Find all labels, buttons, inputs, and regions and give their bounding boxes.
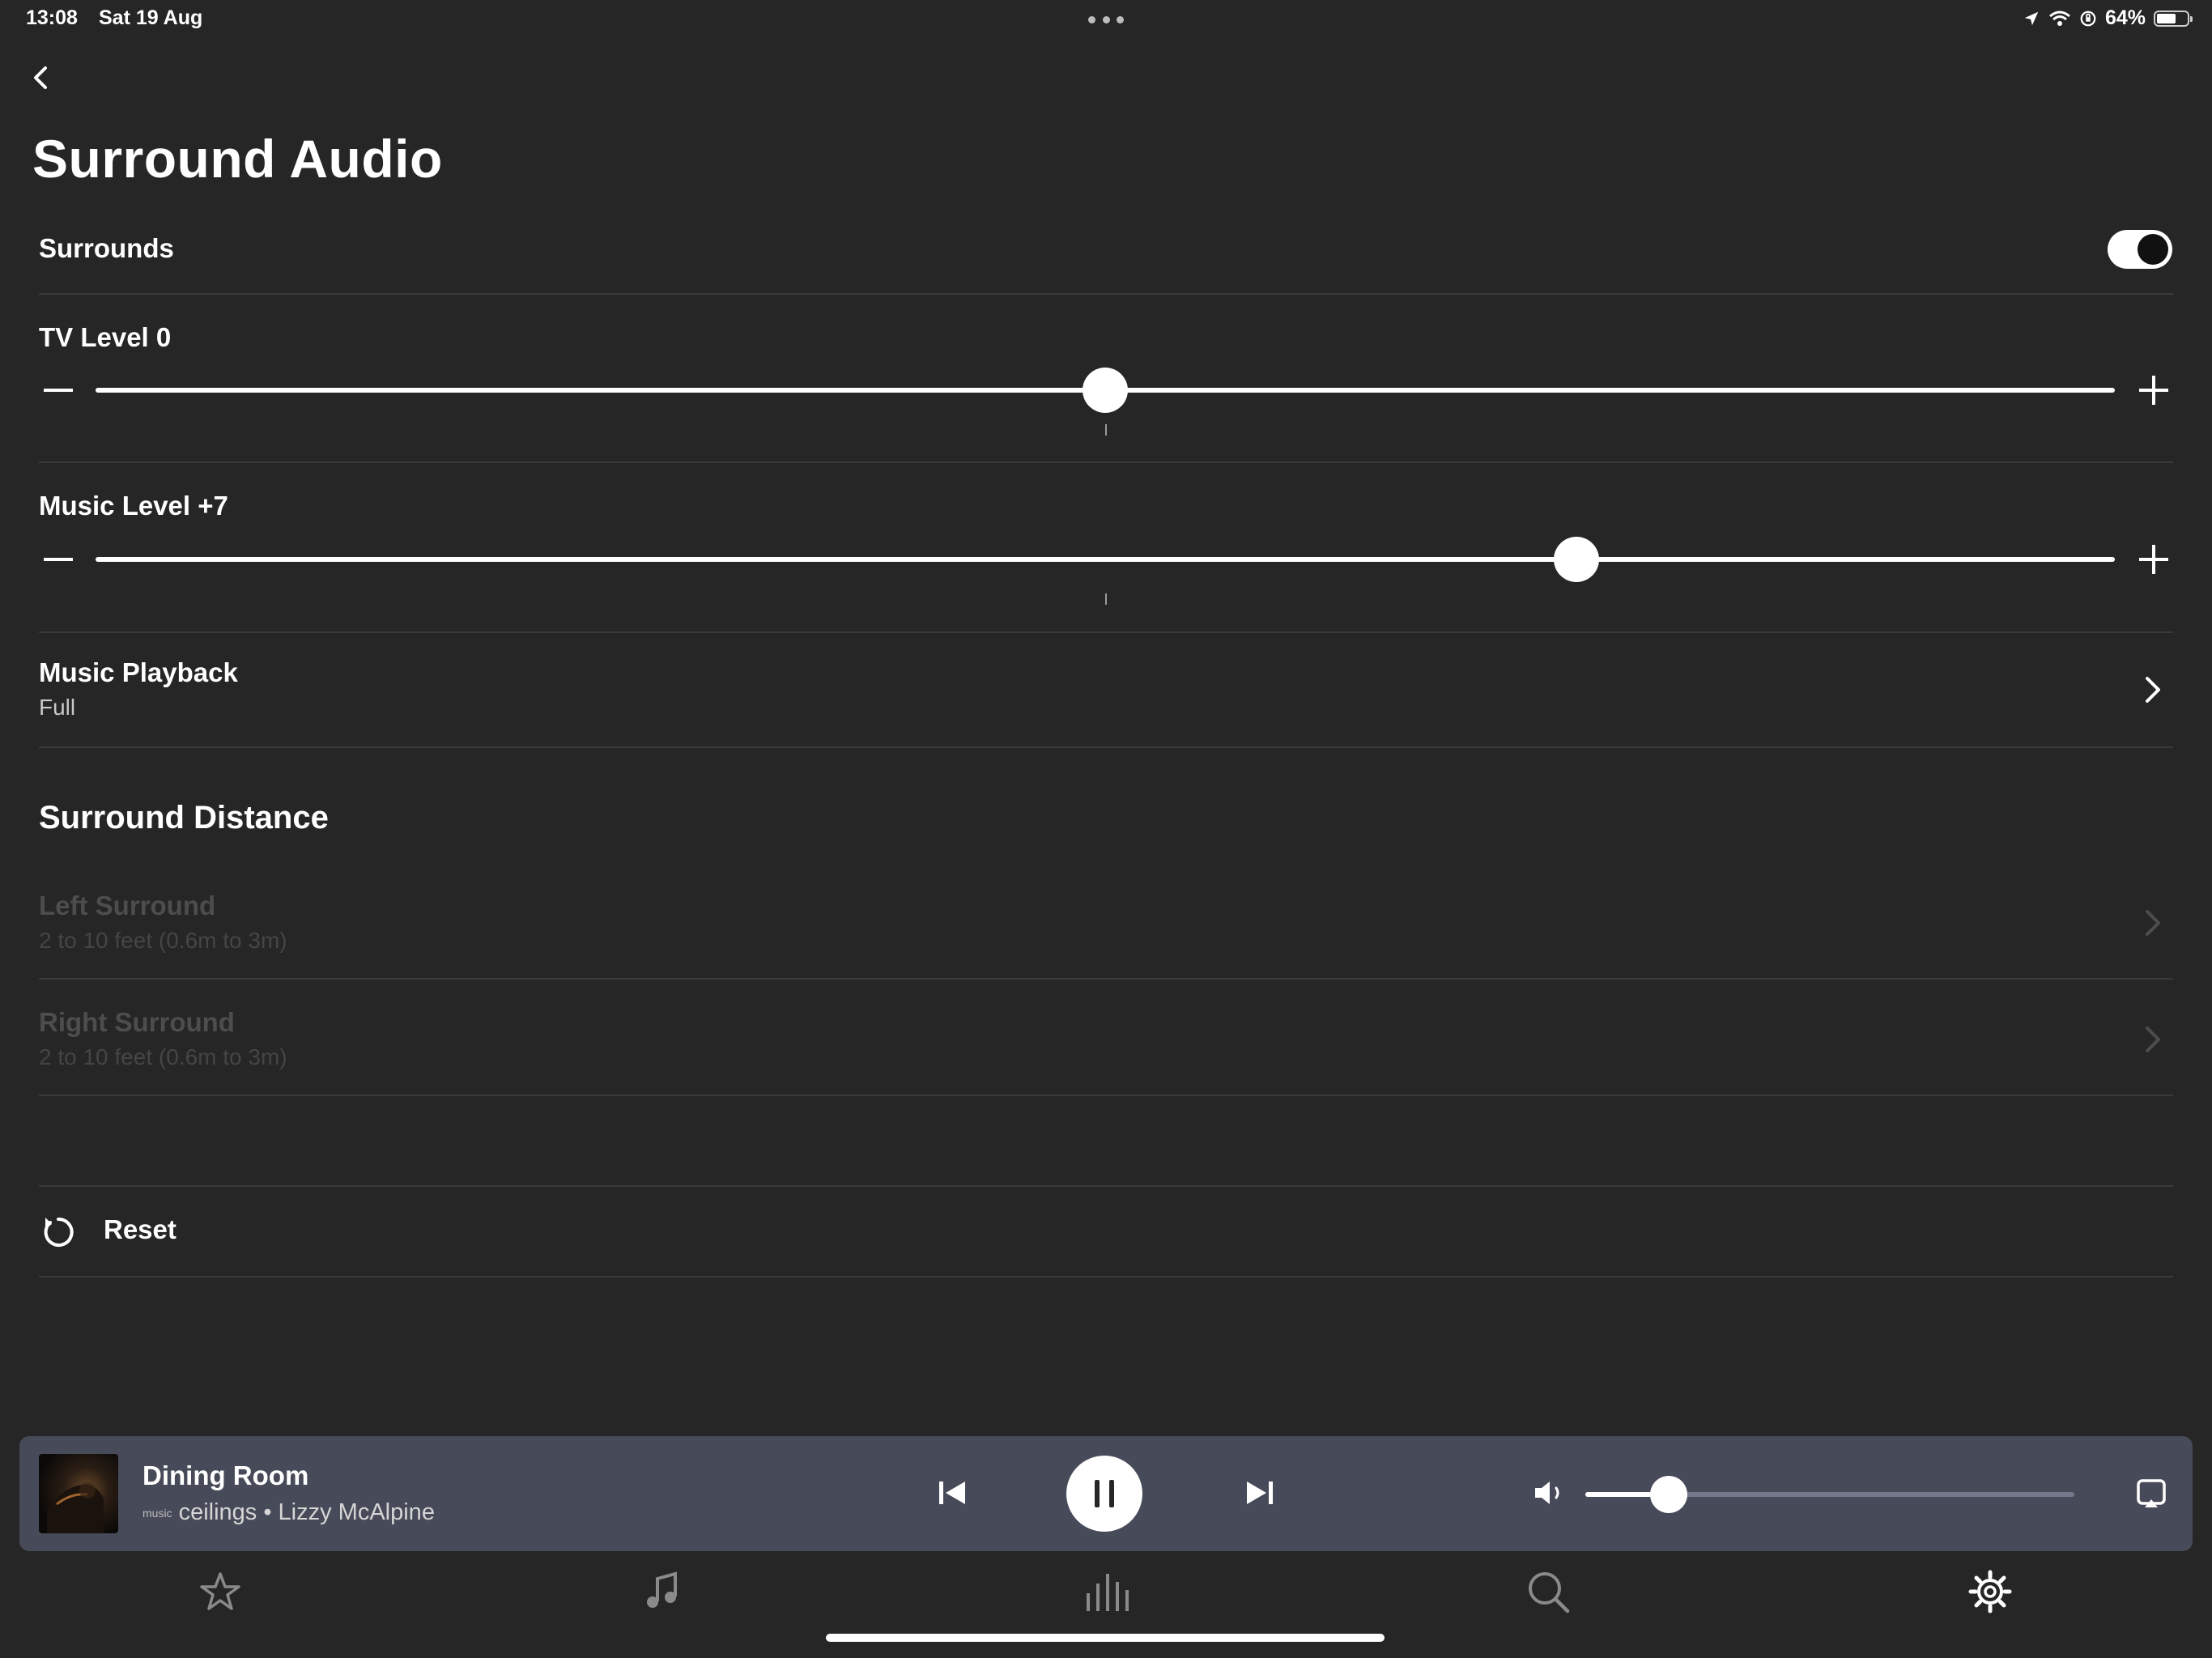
tab-rooms[interactable] (1082, 1567, 1130, 1616)
divider (39, 746, 2173, 748)
left-surround-value: 2 to 10 feet (0.6m to 3m) (39, 928, 287, 953)
surrounds-toggle[interactable] (2108, 230, 2172, 269)
volume-icon[interactable] (1532, 1477, 1568, 1509)
tab-favorites[interactable] (196, 1567, 245, 1616)
previous-track-button[interactable] (936, 1477, 968, 1509)
music-level-center-tick (1105, 593, 1107, 605)
right-surround-label: Right Surround (39, 1007, 235, 1037)
music-note-icon (647, 1571, 677, 1608)
bars-icon (1087, 1574, 1129, 1611)
chevron-right-icon (2146, 677, 2160, 703)
reset-icon (44, 1217, 74, 1247)
status-date: Sat 19 Aug (99, 6, 203, 29)
multitasking-dots-icon[interactable] (1088, 16, 1124, 23)
tv-level-center-tick (1105, 424, 1107, 436)
chevron-right-icon (2146, 910, 2160, 936)
right-surround-row: Right Surround 2 to 10 feet (0.6m to 3m) (39, 980, 2173, 1095)
wifi-icon (2048, 11, 2070, 26)
music-playback-row[interactable]: Music Playback Full (39, 631, 2173, 746)
volume-slider-knob[interactable] (1649, 1476, 1687, 1513)
battery-icon (2154, 10, 2193, 27)
chevron-right-icon (2146, 1027, 2160, 1052)
status-time: 13:08 (26, 6, 78, 29)
music-playback-value: Full (39, 695, 76, 720)
music-playback-label: Music Playback (39, 657, 238, 687)
music-level-slider-track[interactable] (96, 557, 2115, 562)
tv-level-decrease-button[interactable] (44, 389, 73, 392)
gear-icon (1968, 1570, 2012, 1613)
status-right: 64% (2023, 6, 2193, 30)
page-title: Surround Audio (32, 129, 443, 189)
reset-button[interactable]: Reset (39, 1187, 2173, 1276)
now-playing-track-info: music ceilings • Lizzy McAlpine (143, 1499, 435, 1526)
now-playing-track: ceilings • Lizzy McAlpine (178, 1499, 435, 1525)
next-track-button[interactable] (1244, 1477, 1276, 1509)
search-icon (1529, 1572, 1570, 1613)
pause-button[interactable] (1066, 1456, 1142, 1532)
music-level-increase-button[interactable] (2139, 545, 2168, 574)
chevron-left-icon (34, 66, 47, 89)
home-indicator[interactable] (826, 1634, 1385, 1642)
amazon-music-logo-icon: music (143, 1506, 172, 1520)
reset-label: Reset (104, 1214, 177, 1244)
battery-percent: 64% (2104, 6, 2146, 29)
album-art[interactable] (39, 1454, 118, 1533)
left-surround-row: Left Surround 2 to 10 feet (0.6m to 3m) (39, 863, 2173, 978)
back-button[interactable] (24, 62, 57, 94)
music-level-decrease-button[interactable] (44, 558, 73, 561)
airplay-icon[interactable] (2134, 1477, 2168, 1511)
divider (39, 1095, 2173, 1096)
surrounds-label: Surrounds (39, 233, 174, 263)
now-playing-room: Dining Room (143, 1460, 309, 1490)
tab-music[interactable] (638, 1567, 687, 1616)
pause-icon (1095, 1480, 1114, 1507)
tab-settings[interactable] (1966, 1567, 2014, 1616)
status-bar: 13:08 Sat 19 Aug 64% (0, 0, 2212, 40)
right-surround-value: 2 to 10 feet (0.6m to 3m) (39, 1044, 287, 1069)
music-level-slider-knob[interactable] (1553, 537, 1599, 582)
now-playing-bar[interactable]: Dining Room music ceilings • Lizzy McAlp… (19, 1436, 2193, 1551)
tv-level-increase-button[interactable] (2139, 376, 2168, 405)
tv-level-label: TV Level 0 (39, 322, 172, 352)
divider (39, 293, 2173, 295)
location-icon (2024, 11, 2039, 25)
tv-level-slider-knob[interactable] (1083, 368, 1128, 413)
divider (39, 461, 2173, 463)
music-level-label: Music Level +7 (39, 491, 228, 521)
surround-distance-heading: Surround Distance (39, 800, 329, 835)
orientation-lock-icon (2080, 11, 2096, 26)
tab-search[interactable] (1524, 1567, 1572, 1616)
divider (39, 1276, 2173, 1278)
star-icon (200, 1572, 240, 1610)
left-surround-label: Left Surround (39, 891, 216, 920)
